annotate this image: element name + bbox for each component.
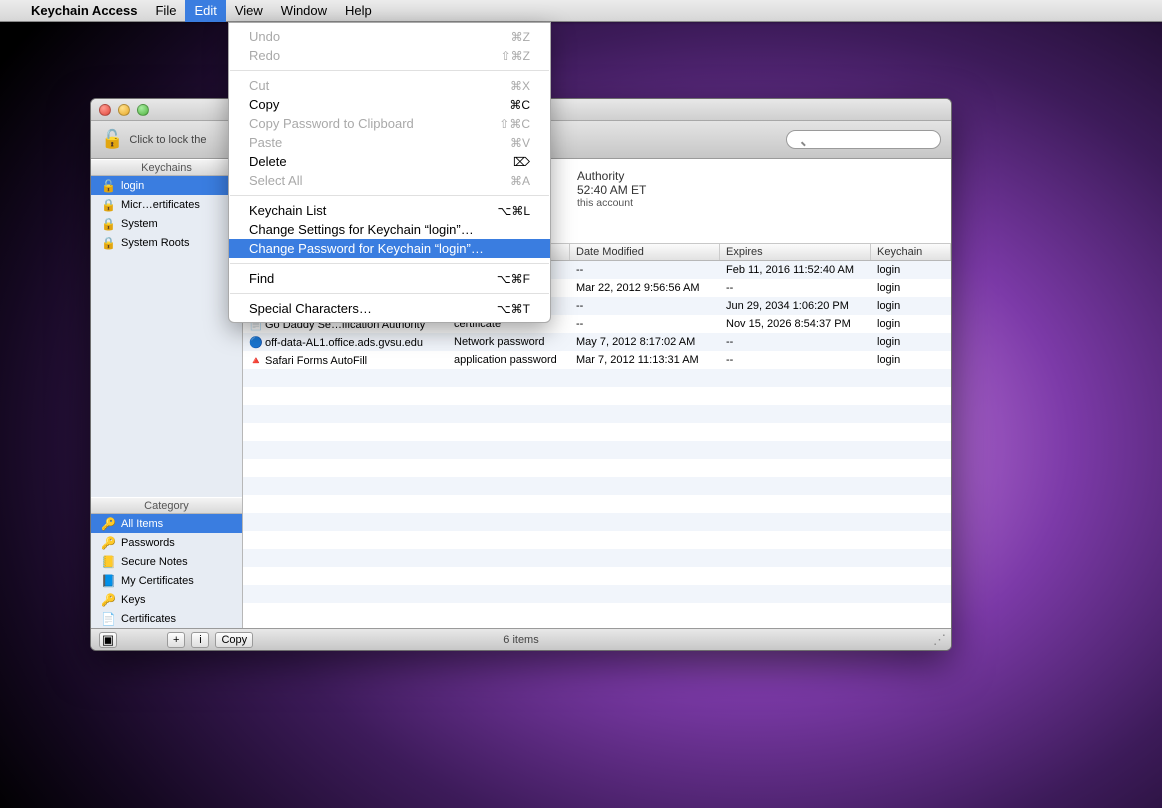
menu-help[interactable]: Help [336, 0, 381, 22]
traffic-lights [91, 104, 149, 116]
menu-item-special-characters[interactable]: Special Characters…⌥⌘T [229, 299, 550, 318]
sidebar-item-label: All Items [121, 518, 163, 530]
category-icon: 📒 [101, 555, 115, 569]
lock-icon: 🔒 [101, 236, 115, 250]
category-item-passwords[interactable]: 🔑 Passwords [91, 533, 242, 552]
menu-separator [230, 195, 549, 196]
menu-file[interactable]: File [146, 0, 185, 22]
category-item-my-certificates[interactable]: 📘 My Certificates [91, 571, 242, 590]
menu-view[interactable]: View [226, 0, 272, 22]
sidebar-item-label: Micr…ertificates [121, 199, 200, 211]
category-icon: 🔑 [101, 517, 115, 531]
detail-line-2: 52:40 AM ET [577, 183, 937, 197]
table-row [243, 459, 951, 477]
item-icon: 🔺 [249, 354, 263, 367]
menu-item-copy[interactable]: Copy⌘C [229, 95, 550, 114]
keychains-header: Keychains [91, 159, 242, 176]
table-row [243, 513, 951, 531]
sidebar: Keychains 🔓 login 🔒 Micr…ertificates 🔒 System… [91, 159, 243, 628]
lock-keychain-button[interactable]: 🔓 Click to lock the [101, 129, 206, 150]
menubar: Keychain Access File Edit View Window He… [0, 0, 1162, 22]
close-button[interactable] [99, 104, 111, 116]
category-list: 🔑 All Items 🔑 Passwords 📒 Secure Notes 📘 My Cer… [91, 514, 242, 628]
table-row[interactable]: 🔵off-data-AL1.office.ads.gvsu.eduNetwork… [243, 333, 951, 351]
keychains-list: 🔓 login 🔒 Micr…ertificates 🔒 System 🔒 System Ro… [91, 176, 242, 252]
table-row [243, 405, 951, 423]
keychain-item-login[interactable]: 🔓 login [91, 176, 242, 195]
keychain-item-micr-ertificates[interactable]: 🔒 Micr…ertificates [91, 195, 242, 214]
table-row[interactable]: 🔺Safari Forms AutoFillapplication passwo… [243, 351, 951, 369]
menu-item-find[interactable]: Find⌥⌘F [229, 269, 550, 288]
table-row [243, 495, 951, 513]
keychain-item-system[interactable]: 🔒 System [91, 214, 242, 233]
menu-item-keychain-list[interactable]: Keychain List⌥⌘L [229, 201, 550, 220]
column-keychain[interactable]: Keychain [871, 244, 951, 260]
table-row [243, 585, 951, 603]
sidebar-item-label: Certificates [121, 613, 176, 625]
sidebar-item-label: Passwords [121, 537, 175, 549]
search-wrap [786, 130, 941, 150]
category-icon: 🔑 [101, 536, 115, 550]
sidebar-item-label: System [121, 218, 158, 230]
detail-line-1: Authority [577, 169, 937, 183]
unlock-icon: 🔓 [101, 179, 115, 193]
toggle-preview-button[interactable]: ▣ [99, 632, 117, 648]
table-row [243, 441, 951, 459]
menu-item-cut: Cut⌘X [229, 76, 550, 95]
menu-item-select-all: Select All⌘A [229, 171, 550, 190]
zoom-button[interactable] [137, 104, 149, 116]
menu-window[interactable]: Window [272, 0, 336, 22]
sidebar-item-label: System Roots [121, 237, 189, 249]
table-row [243, 567, 951, 585]
table-row [243, 549, 951, 567]
table-row [243, 369, 951, 387]
category-icon: 📄 [101, 612, 115, 626]
category-item-keys[interactable]: 🔑 Keys [91, 590, 242, 609]
add-item-button[interactable]: + [167, 632, 185, 648]
detail-line-3: this account [577, 197, 937, 209]
menu-separator [230, 263, 549, 264]
menu-item-change-password-for-keychain-login[interactable]: Change Password for Keychain “login”… [229, 239, 550, 258]
menu-item-delete[interactable]: Delete⌦ [229, 152, 550, 171]
sidebar-item-label: Secure Notes [121, 556, 188, 568]
menu-app[interactable]: Keychain Access [22, 0, 146, 22]
menu-item-copy-password-to-clipboard: Copy Password to Clipboard⇧⌘C [229, 114, 550, 133]
menu-item-change-settings-for-keychain-login[interactable]: Change Settings for Keychain “login”… [229, 220, 550, 239]
copy-button[interactable]: Copy [215, 632, 253, 648]
info-button[interactable]: i [191, 632, 209, 648]
edit-menu-dropdown: Undo⌘ZRedo⇧⌘Z Cut⌘XCopy⌘CCopy Password to… [228, 22, 551, 323]
menu-separator [230, 70, 549, 71]
category-icon: 📘 [101, 574, 115, 588]
resize-grip-icon[interactable]: ⋰ [933, 632, 943, 648]
sidebar-item-label: Keys [121, 594, 145, 606]
item-icon: 🔵 [249, 336, 263, 349]
category-item-all-items[interactable]: 🔑 All Items [91, 514, 242, 533]
table-row [243, 477, 951, 495]
unlock-icon: 🔓 [101, 129, 123, 150]
table-row [243, 387, 951, 405]
category-icon: 🔑 [101, 593, 115, 607]
lock-text: Click to lock the [129, 134, 206, 146]
menu-item-undo: Undo⌘Z [229, 27, 550, 46]
minimize-button[interactable] [118, 104, 130, 116]
column-expires[interactable]: Expires [720, 244, 871, 260]
category-item-certificates[interactable]: 📄 Certificates [91, 609, 242, 628]
search-input[interactable] [786, 130, 941, 149]
category-item-secure-notes[interactable]: 📒 Secure Notes [91, 552, 242, 571]
menu-item-redo: Redo⇧⌘Z [229, 46, 550, 65]
sidebar-item-label: My Certificates [121, 575, 194, 587]
table-row [243, 423, 951, 441]
category-header: Category [91, 497, 242, 514]
keychain-item-system-roots[interactable]: 🔒 System Roots [91, 233, 242, 252]
table-row [243, 531, 951, 549]
lock-icon: 🔒 [101, 198, 115, 212]
status-bar: ▣ + i Copy 6 items ⋰ [91, 628, 951, 650]
column-date-modified[interactable]: Date Modified [570, 244, 720, 260]
menu-edit[interactable]: Edit [185, 0, 225, 22]
menu-item-paste: Paste⌘V [229, 133, 550, 152]
lock-icon: 🔒 [101, 217, 115, 231]
sidebar-item-label: login [121, 180, 144, 192]
menu-separator [230, 293, 549, 294]
